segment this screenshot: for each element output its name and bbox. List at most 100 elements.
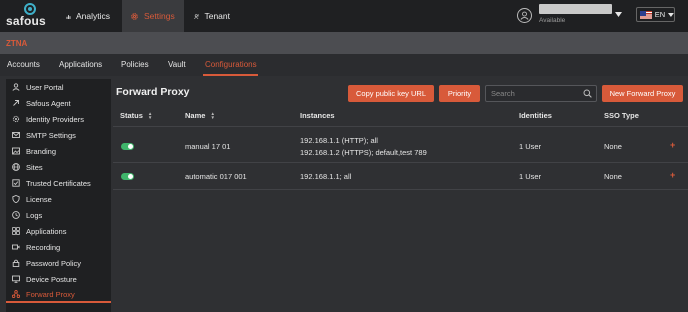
user-menu[interactable]: Available (539, 4, 612, 24)
settings-sidebar: User Portal Safous Agent Identity Provid… (6, 79, 111, 312)
row-identities: 1 User (519, 142, 542, 151)
proxy-icon (12, 290, 20, 298)
sidebar-item-smtp-settings[interactable]: SMTP Settings (6, 127, 111, 143)
sidebar-item-license[interactable]: License (6, 191, 111, 207)
globe-icon (12, 163, 20, 171)
new-forward-proxy-button[interactable]: New Forward Proxy (602, 85, 683, 102)
gear-icon (131, 12, 138, 20)
tab-bar: Accounts Applications Policies Vault Con… (0, 54, 688, 76)
sidebar-item-label: SMTP Settings (26, 130, 76, 140)
nav-tenant-label: Tenant (204, 11, 230, 21)
search-input[interactable] (491, 88, 581, 99)
sidebar-item-label: User Portal (26, 82, 64, 92)
tab-accounts[interactable]: Accounts (7, 60, 40, 69)
sidebar-item-logs[interactable]: Logs (6, 207, 111, 223)
sort-icon[interactable]: ▲ ▼ (148, 111, 152, 120)
column-header-label: Identities (519, 111, 552, 120)
sidebar-item-password-policy[interactable]: Password Policy (6, 255, 111, 271)
table-divider (113, 189, 688, 190)
mail-icon (12, 132, 20, 138)
column-header-label: Instances (300, 111, 335, 120)
sidebar-item-label: Trusted Certificates (26, 178, 91, 188)
table-divider (113, 126, 688, 127)
sidebar-item-trusted-certificates[interactable]: Trusted Certificates (6, 175, 111, 191)
row-sso-type: None (604, 142, 622, 151)
table-divider (113, 162, 688, 163)
language-label: EN (654, 10, 666, 19)
image-icon (12, 147, 20, 155)
shield-icon (12, 195, 20, 203)
user-name-redacted (539, 4, 612, 14)
chevron-down-icon[interactable] (615, 12, 622, 17)
sidebar-item-forward-proxy[interactable]: Forward Proxy (6, 287, 111, 303)
tenant-icon (194, 13, 200, 19)
certificate-icon (12, 179, 20, 187)
language-selector[interactable]: EN (636, 7, 675, 22)
user-status: Available (539, 17, 566, 24)
tab-configurations[interactable]: Configurations (205, 60, 257, 69)
sidebar-item-label: Device Posture (26, 274, 77, 284)
sidebar-item-label: Branding (26, 146, 57, 156)
tab-vault[interactable]: Vault (168, 60, 186, 69)
sidebar-item-device-posture[interactable]: Device Posture (6, 271, 111, 287)
search-box (485, 85, 597, 102)
link-icon (13, 100, 19, 106)
user-icon (12, 83, 20, 91)
column-header-identities: Identities (519, 111, 552, 120)
row-name: automatic 017 001 (185, 172, 247, 181)
sidebar-item-user-portal[interactable]: User Portal (6, 79, 111, 95)
sidebar-item-label: Applications (26, 226, 67, 236)
column-header-label: SSO Type (604, 111, 639, 120)
column-header-instances: Instances (300, 111, 335, 120)
gear-icon (12, 115, 20, 123)
sidebar-item-safous-agent[interactable]: Safous Agent (6, 95, 111, 111)
row-instance-line: 192.168.1.1; all (300, 172, 352, 181)
sidebar-item-recording[interactable]: Recording (6, 239, 111, 255)
priority-button[interactable]: Priority (439, 85, 480, 102)
column-header-label: Name (185, 111, 206, 120)
sidebar-item-label: License (26, 194, 52, 204)
page-title: Forward Proxy (116, 86, 190, 98)
grid-icon (12, 227, 20, 235)
sidebar-item-label: Sites (26, 162, 43, 172)
row-sso-type: None (604, 172, 622, 181)
column-header-status[interactable]: Status ▲ ▼ (120, 111, 152, 120)
bar-chart-icon (66, 14, 71, 19)
row-action-button[interactable]: + (670, 140, 675, 150)
sidebar-item-label: Password Policy (26, 258, 82, 268)
top-navbar: safous Analytics Settings Tenant Availab… (0, 0, 688, 32)
monitor-icon (12, 275, 20, 283)
row-action-button[interactable]: + (670, 170, 675, 180)
status-toggle[interactable] (121, 173, 134, 180)
section-label: ZTNA (0, 32, 688, 54)
sidebar-item-label: Logs (26, 210, 43, 220)
status-toggle[interactable] (121, 143, 134, 150)
chevron-down-icon (668, 12, 674, 17)
lock-icon (12, 259, 20, 267)
sort-icon[interactable]: ▲ ▼ (210, 111, 214, 120)
nav-settings[interactable]: Settings (122, 0, 184, 32)
copy-public-key-url-button[interactable]: Copy public key URL (348, 85, 434, 102)
column-header-sso-type: SSO Type (604, 111, 639, 120)
sidebar-item-label: Safous Agent (26, 98, 71, 108)
nav-analytics[interactable]: Analytics (58, 0, 118, 32)
nav-analytics-label: Analytics (75, 11, 110, 21)
row-instance-line: 192.168.1.1 (HTTP); all (300, 136, 378, 145)
row-instance-line: 192.168.1.2 (HTTPS); default,test 789 (300, 148, 427, 157)
sidebar-item-branding[interactable]: Branding (6, 143, 111, 159)
column-header-name[interactable]: Name ▲ ▼ (185, 111, 215, 120)
active-tab-indicator (203, 74, 258, 76)
avatar[interactable] (517, 8, 532, 23)
nav-tenant[interactable]: Tenant (186, 0, 238, 32)
tab-applications[interactable]: Applications (59, 60, 102, 69)
sidebar-item-label: Recording (26, 242, 61, 252)
sidebar-item-sites[interactable]: Sites (6, 159, 111, 175)
nav-settings-label: Settings (144, 11, 175, 21)
tab-policies[interactable]: Policies (121, 60, 149, 69)
video-icon (12, 244, 20, 250)
search-icon[interactable] (583, 89, 592, 98)
sidebar-item-applications[interactable]: Applications (6, 223, 111, 239)
sidebar-item-identity-providers[interactable]: Identity Providers (6, 111, 111, 127)
row-name: manual 17 01 (185, 142, 231, 151)
safous-logo[interactable]: safous (6, 3, 52, 29)
